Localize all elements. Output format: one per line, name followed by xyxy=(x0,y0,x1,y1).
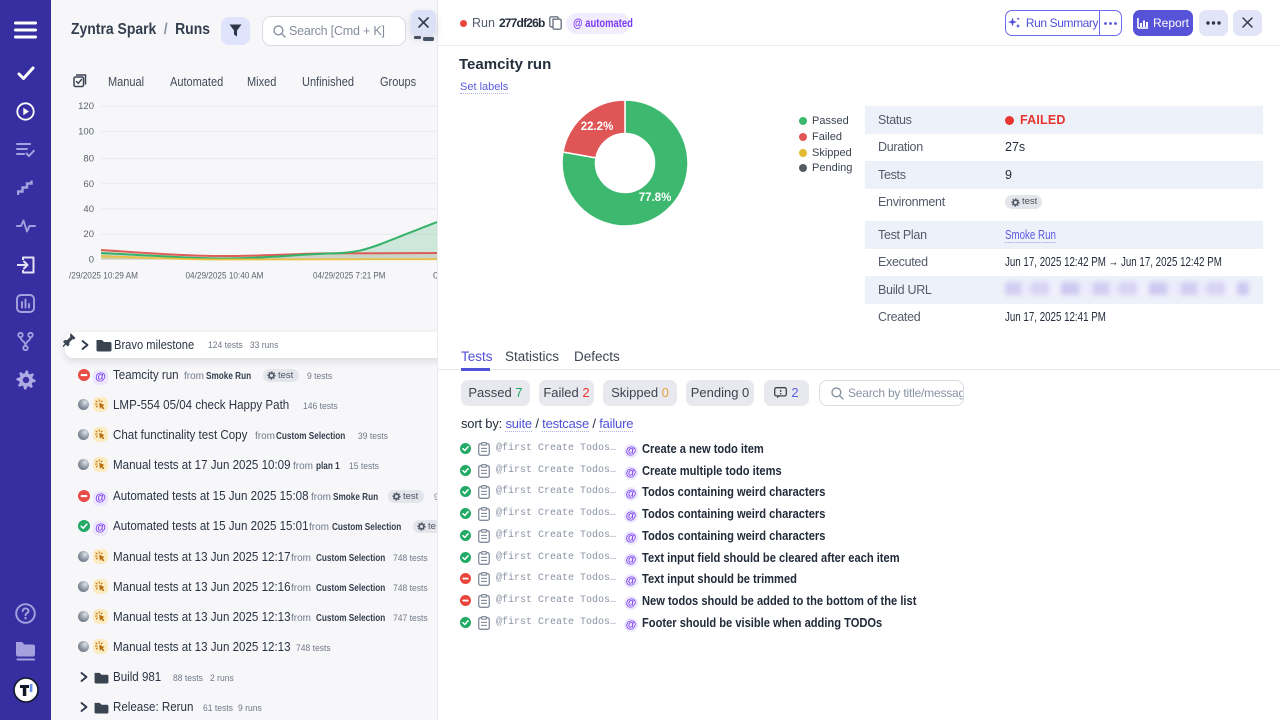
svg-text:100: 100 xyxy=(78,126,94,137)
svg-text:04/29/2025 10:40 AM: 04/29/2025 10:40 AM xyxy=(186,271,264,282)
svg-text:80: 80 xyxy=(83,154,94,165)
svg-text:22.2%: 22.2% xyxy=(581,121,614,133)
svg-text:20: 20 xyxy=(83,229,94,240)
svg-text:60: 60 xyxy=(83,179,94,190)
svg-text:/29/2025 10:29 AM: /29/2025 10:29 AM xyxy=(69,271,138,282)
svg-text:0: 0 xyxy=(89,254,94,265)
svg-text:120: 120 xyxy=(78,101,94,112)
svg-text:04/29/2025 7:21 PM: 04/29/2025 7:21 PM xyxy=(313,271,386,282)
svg-text:40: 40 xyxy=(83,204,94,215)
svg-text:77.8%: 77.8% xyxy=(639,192,672,204)
